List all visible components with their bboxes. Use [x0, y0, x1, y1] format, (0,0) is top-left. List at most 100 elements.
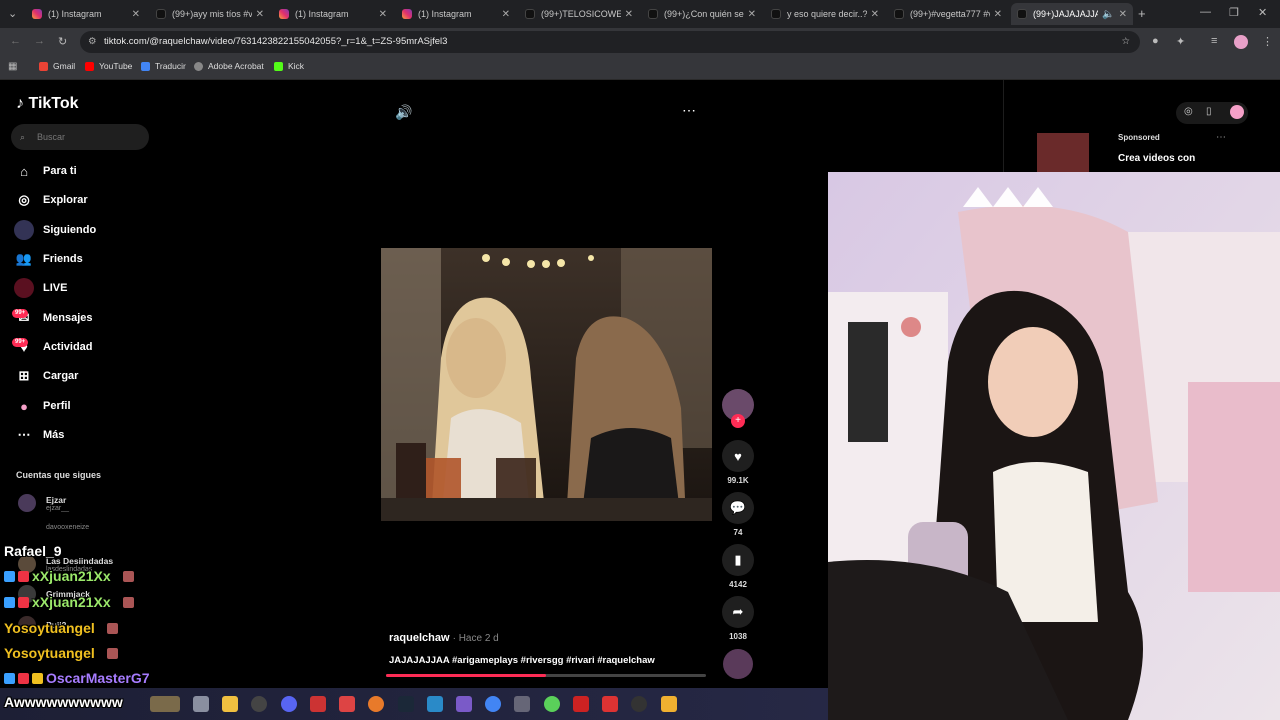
comment-button[interactable]: 💬 — [722, 492, 754, 524]
site-info-icon[interactable]: ⚙ — [88, 31, 97, 53]
address-bar[interactable]: ⚙ tiktok.com/@raquelchaw/video/763142382… — [80, 31, 1140, 53]
close-icon[interactable]: ✕ — [871, 9, 879, 20]
obs-icon[interactable] — [251, 696, 267, 712]
firefox-icon[interactable] — [368, 696, 384, 712]
speaker-icon[interactable]: 🔈 — [1102, 9, 1114, 20]
tab-instagram-3[interactable]: (1) Instagram ✕ — [396, 3, 516, 25]
video-author[interactable]: raquelchaw · Hace 2 d — [389, 632, 499, 644]
bookmark-traducir[interactable]: Traducir — [141, 61, 186, 71]
bookmark-adobe-acrobat[interactable]: Adobe Acrobat — [194, 61, 264, 71]
close-icon[interactable]: ✕ — [748, 9, 756, 20]
close-icon[interactable]: ✕ — [256, 9, 264, 20]
reload-icon[interactable]: ↻ — [58, 35, 67, 48]
ad-text[interactable]: Crea videos con — [1118, 153, 1195, 164]
nav-explorar[interactable]: ◎ Explorar — [14, 190, 87, 210]
profile-avatar[interactable] — [1230, 105, 1244, 119]
tiktok-logo[interactable]: ♪ TikTok — [16, 95, 79, 113]
volume-icon[interactable]: 🔊 — [395, 104, 412, 121]
new-tab-icon[interactable]: + — [1138, 6, 1146, 21]
sound-disc[interactable] — [723, 649, 753, 679]
nav-siguiendo[interactable]: Siguiendo — [14, 220, 96, 240]
4k-icon[interactable] — [631, 696, 647, 712]
bookmark-star-icon[interactable]: ☆ — [1121, 31, 1130, 53]
more-icon: ⋯ — [17, 427, 31, 442]
device-icon[interactable]: ▯ — [1206, 106, 1212, 117]
back-icon[interactable]: ← — [10, 35, 21, 47]
search-input[interactable]: ⌕ Buscar — [11, 124, 149, 150]
app-icon[interactable] — [339, 696, 355, 712]
tab-tiktok-active[interactable]: (99+)JAJAJAJJAA🔈 ✕ — [1011, 3, 1133, 25]
bookmark-youtube[interactable]: YouTube — [85, 61, 132, 71]
app-icon[interactable] — [544, 696, 560, 712]
nav-label: Cargar — [43, 370, 79, 382]
actividad-badge: 99+ — [12, 338, 29, 347]
tab-instagram-2[interactable]: (1) Instagram ✕ — [273, 3, 393, 25]
more-options-icon[interactable]: ⋯ — [1216, 132, 1226, 143]
followed-account-ejzar[interactable]: Ejzar ejzar__ — [18, 494, 69, 512]
apps-icon[interactable]: ▦ — [8, 61, 17, 72]
video-progress-bar[interactable] — [386, 674, 706, 677]
heart-icon: ♥ — [734, 448, 742, 464]
save-button[interactable]: ▮ — [722, 544, 754, 576]
close-icon[interactable]: ✕ — [994, 9, 1002, 20]
upload-icon: ⊞ — [18, 368, 30, 383]
tab-instagram-1[interactable]: (1) Instagram ✕ — [26, 3, 146, 25]
puzzle-icon[interactable]: ✦ — [1176, 35, 1185, 48]
nav-live[interactable]: LIVE — [14, 278, 67, 298]
app-icon[interactable] — [514, 696, 530, 712]
nav-cargar[interactable]: ⊞ Cargar — [14, 366, 79, 386]
nav-para-ti[interactable]: ⌂ Para ti — [14, 161, 77, 181]
chat-user: OscarMasterG7 — [46, 670, 150, 686]
close-icon[interactable]: ✕ — [1119, 9, 1127, 20]
app-icon[interactable] — [427, 696, 443, 712]
close-icon[interactable]: ✕ — [502, 9, 510, 20]
compass-icon[interactable]: ◎ — [1184, 106, 1193, 117]
bookmark-label: Kick — [288, 61, 305, 71]
app-icon[interactable] — [602, 696, 618, 712]
chat-text: : — [114, 568, 120, 584]
bookmark-gmail[interactable]: Gmail — [39, 61, 75, 71]
folder-icon[interactable] — [222, 696, 238, 712]
tab-tiktok-4[interactable]: y eso quiere decir..? ✕ — [765, 3, 885, 25]
nav-perfil[interactable]: ● Perfil — [14, 396, 70, 416]
maximize-icon[interactable]: ❐ — [1229, 6, 1239, 19]
tab-tiktok-2[interactable]: (99+)TELOSICOWEY ✕ — [519, 3, 639, 25]
search-placeholder: Buscar — [37, 132, 66, 142]
app-icon[interactable] — [456, 696, 472, 712]
video-player[interactable] — [381, 248, 712, 521]
steam-icon[interactable] — [398, 696, 414, 712]
explorer-icon[interactable] — [193, 696, 209, 712]
extension-icon[interactable]: ● — [1152, 35, 1159, 47]
like-button[interactable]: ♥ — [722, 440, 754, 472]
ad-thumbnail[interactable] — [1037, 133, 1089, 172]
menu-icon[interactable]: ⋮ — [1262, 35, 1273, 48]
tab-tiktok-3[interactable]: (99+)¿Con quién se q ✕ — [642, 3, 762, 25]
discord-icon[interactable] — [281, 696, 297, 712]
nav-mas[interactable]: ⋯ Más — [14, 425, 65, 445]
close-icon[interactable]: ✕ — [379, 9, 387, 20]
followed-account-davoo[interactable]: davooxeneize — [46, 524, 89, 531]
window-close-icon[interactable]: ✕ — [1258, 6, 1267, 19]
media-icon[interactable]: ≡ — [1211, 35, 1217, 47]
close-icon[interactable]: ✕ — [625, 9, 633, 20]
close-icon[interactable]: ✕ — [132, 9, 140, 20]
tiktok-icon — [771, 9, 781, 19]
app-icon[interactable] — [661, 696, 677, 712]
forward-icon[interactable]: → — [34, 35, 45, 47]
instagram-icon — [402, 9, 412, 19]
more-options-icon[interactable]: ⋯ — [682, 102, 696, 119]
minimize-icon[interactable]: — — [1200, 6, 1211, 18]
bookmark-kick[interactable]: Kick — [274, 61, 304, 71]
home-icon: ⌂ — [20, 163, 28, 179]
tab-search-icon[interactable]: ⌄ — [8, 7, 17, 20]
nav-friends[interactable]: 👥 Friends — [14, 249, 83, 269]
share-button[interactable]: ➦ — [722, 596, 754, 628]
app-icon[interactable] — [310, 696, 326, 712]
follow-plus-icon[interactable]: + — [731, 414, 745, 428]
bookmark-label: Traducir — [155, 61, 186, 71]
tab-tiktok-1[interactable]: (99+)ayy mis tíos #vi ✕ — [150, 3, 270, 25]
profile-avatar[interactable] — [1234, 35, 1248, 49]
chrome-icon[interactable] — [485, 696, 501, 712]
app-icon[interactable] — [573, 696, 589, 712]
tab-tiktok-5[interactable]: (99+)#vegetta777 #v ✕ — [888, 3, 1008, 25]
